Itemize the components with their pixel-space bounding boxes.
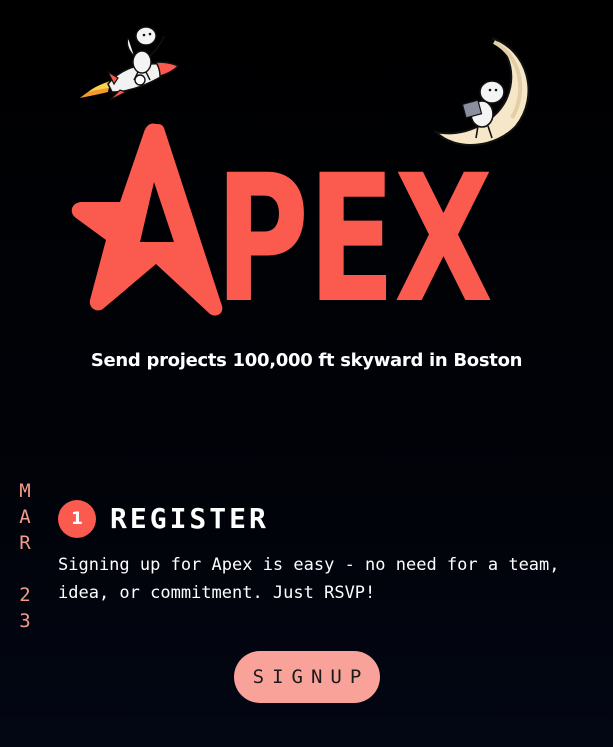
date-char: A [19, 506, 31, 528]
hero-section: PEX Send projects 100,000 ft skyward in … [0, 0, 613, 371]
step-title: REGISTER [110, 502, 269, 535]
landing-page: PEX Send projects 100,000 ft skyward in … [0, 0, 613, 747]
date-char: R [19, 532, 31, 554]
signup-button[interactable]: SIGNUP [234, 651, 380, 703]
logo-wordmark: PEX [215, 137, 493, 342]
date-char: 2 [19, 584, 31, 606]
rocket-with-character-icon [80, 26, 180, 101]
step-number-badge: 1 [58, 500, 96, 538]
date-char: 3 [19, 610, 31, 632]
tagline: Send projects 100,000 ft skyward in Bost… [90, 350, 523, 371]
date-char: M [19, 480, 31, 502]
date-gap [16, 556, 34, 582]
event-date-vertical: M A R 2 3 [16, 478, 34, 634]
step-description: Signing up for Apex is easy - no need fo… [58, 555, 560, 603]
